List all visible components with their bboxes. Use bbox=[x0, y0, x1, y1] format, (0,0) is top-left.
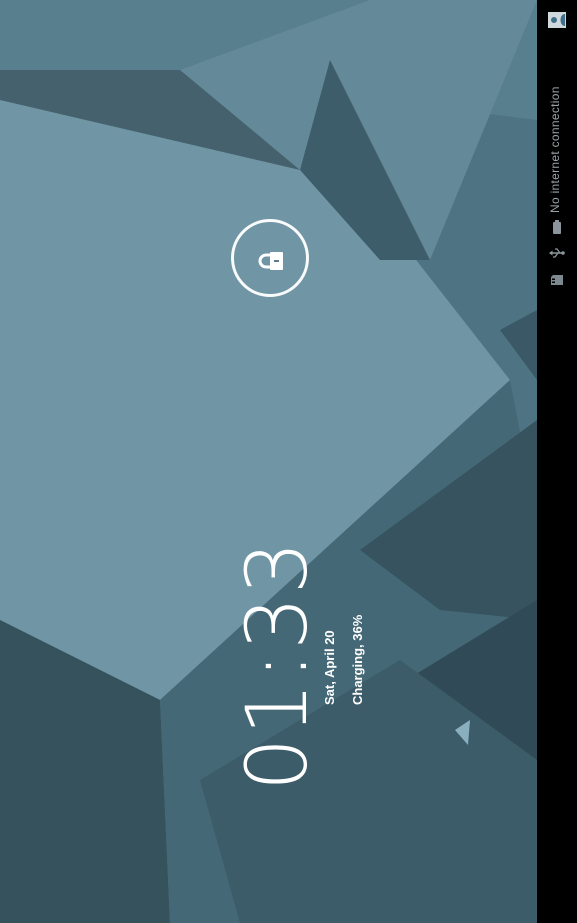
clock-date: Sat, April 20 bbox=[322, 630, 337, 705]
lock-icon bbox=[258, 252, 283, 270]
status-bar: No internet connection bbox=[537, 0, 577, 923]
clock-time: 01:33 bbox=[228, 538, 326, 792]
connection-status: No internet connection bbox=[548, 86, 562, 213]
usb-icon bbox=[549, 248, 565, 258]
unlock-handle[interactable] bbox=[231, 219, 309, 297]
lockscreen: 01:33 Sat, April 20 Charging, 36% bbox=[0, 0, 537, 923]
account-icon[interactable] bbox=[548, 12, 566, 28]
battery-icon bbox=[553, 220, 561, 234]
sd-card-icon bbox=[551, 275, 563, 285]
charging-status: Charging, 36% bbox=[350, 614, 365, 705]
